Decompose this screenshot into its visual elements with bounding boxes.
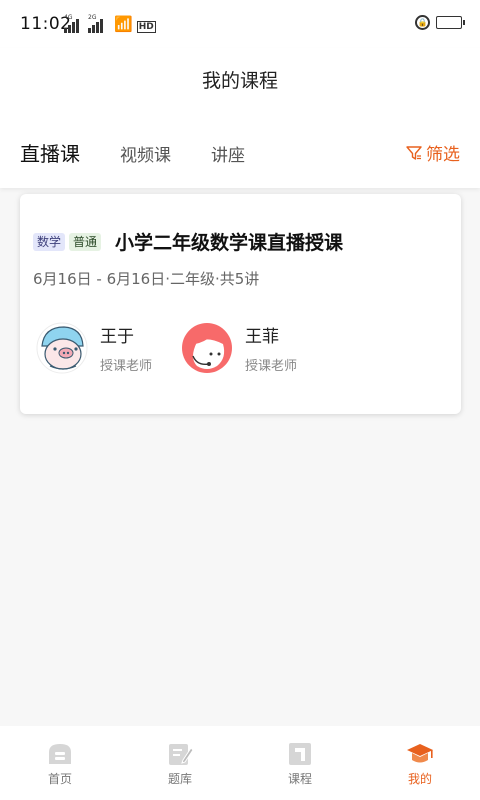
rotation-lock-icon: 🔒 [415, 15, 430, 30]
teacher-list: 王于 授课老师 王菲 授课老师 [36, 322, 326, 374]
course-type-tabs: 直播课 视频课 讲座 [20, 138, 285, 167]
filter-button[interactable]: 筛选 [406, 140, 460, 165]
tab-lecture[interactable]: 讲座 [211, 141, 245, 166]
subject-tag: 数学 [33, 232, 66, 251]
tabbar-label-questions: 题库 [167, 772, 192, 786]
teacher-item: 王菲 授课老师 [181, 322, 326, 374]
teacher-item: 王于 授课老师 [36, 322, 181, 374]
course-card[interactable]: 数学 普通 小学二年级数学课直播授课 6月16日 - 6月16日·二年级·共5讲… [20, 194, 461, 414]
home-icon [49, 744, 71, 764]
tabbar-item-home[interactable]: 首页 [0, 726, 120, 800]
filter-icon [406, 145, 422, 160]
edit-icon [169, 744, 194, 765]
network-type-2: 2G [88, 14, 97, 21]
wifi-icon: 📶 [114, 15, 133, 33]
teacher-role: 授课老师 [100, 359, 153, 374]
signal-icon: 4G [64, 14, 84, 33]
course-card-header: 数学 普通 小学二年级数学课直播授课 [33, 228, 343, 255]
girl-avatar [182, 323, 232, 373]
status-right: 🔒 [415, 15, 465, 30]
pig-helmet-avatar [36, 322, 88, 374]
teacher-name: 王于 [100, 327, 134, 347]
course-meta: 6月16日 - 6月16日·二年级·共5讲 [33, 270, 260, 288]
network-type-1: 4G [64, 14, 73, 21]
level-tag: 普通 [69, 232, 102, 251]
tabbar-label-mine: 我的 [407, 772, 432, 786]
filter-label: 筛选 [426, 145, 460, 165]
tabbar-label-courses: 课程 [287, 772, 312, 786]
tabbar-item-questions[interactable]: 题库 [120, 726, 240, 800]
hd-icon: HD [136, 21, 156, 33]
status-bar: 11:02 4G 2G 📶 HD 🔒 [0, 0, 480, 48]
tabbar-item-mine[interactable]: 我的 [360, 726, 480, 800]
status-icons: 4G 2G 📶 HD [64, 14, 156, 33]
page-header: 我的课程 直播课 视频课 讲座 筛选 [0, 48, 480, 188]
bottom-tab-bar: 首页 题库 课程 我的 [0, 726, 480, 800]
tabbar-label-home: 首页 [47, 772, 72, 786]
teacher-role: 授课老师 [245, 359, 298, 374]
teacher-info: 王于 授课老师 [100, 322, 152, 374]
tabbar-item-courses[interactable]: 课程 [240, 726, 360, 800]
course-icon [289, 743, 311, 765]
graduation-cap-icon [407, 744, 433, 763]
course-title: 小学二年级数学课直播授课 [115, 232, 344, 254]
page-title: 我的课程 [201, 70, 278, 92]
teacher-info: 王菲 授课老师 [245, 322, 297, 374]
tab-live[interactable]: 直播课 [20, 138, 80, 167]
tab-video[interactable]: 视频课 [120, 141, 171, 166]
battery-icon [436, 16, 465, 29]
signal-icon-2: 2G [88, 14, 108, 33]
teacher-name: 王菲 [245, 327, 279, 347]
